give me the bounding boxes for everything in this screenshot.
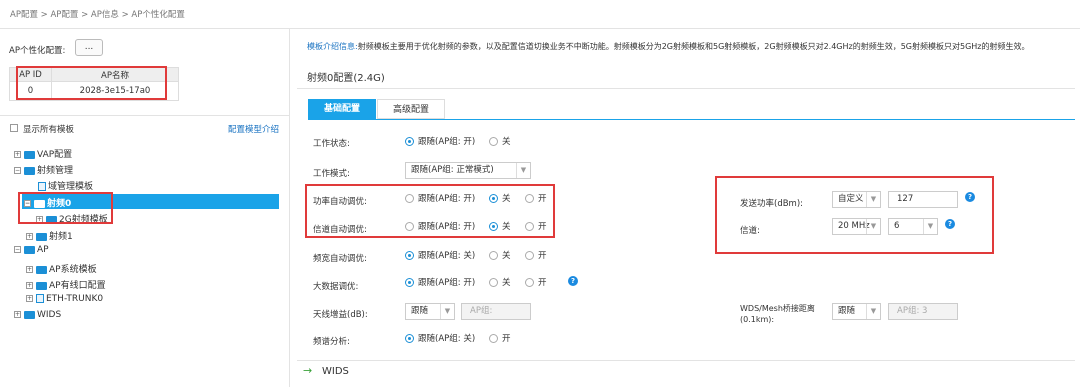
radio-icon [525, 278, 534, 287]
tree-item-radio1[interactable]: + 射频1 [26, 229, 73, 242]
antenna-gain-input[interactable]: AP组: [461, 303, 531, 320]
highlight-auto-tuning [305, 184, 555, 238]
expand-icon[interactable]: + [26, 233, 33, 240]
spectrum-on-radio[interactable]: 开 [489, 332, 511, 344]
folder-icon [24, 310, 35, 319]
collapse-icon[interactable]: − [14, 246, 21, 253]
intro-prefix: 模板介绍信息: [307, 42, 358, 51]
folder-icon [36, 281, 47, 290]
work-status-label: 工作状态: [313, 139, 350, 149]
expand-icon[interactable]: + [14, 311, 21, 318]
show-all-label: 显示所有模板 [23, 125, 75, 135]
expand-icon[interactable]: + [26, 295, 33, 302]
tree-item-radio-mgmt[interactable]: − 射频管理 [14, 163, 73, 176]
section-title: 射频0配置(2.4G) [307, 73, 385, 84]
folder-icon [24, 150, 35, 159]
chevron-down-icon: ▼ [516, 163, 530, 178]
work-mode-select[interactable]: 跟随(AP组: 正常模式) ▼ [405, 162, 531, 179]
work-status-follow-radio[interactable]: 跟随(AP组: 开) [405, 135, 475, 147]
tab-basic[interactable]: 基础配置 [308, 99, 376, 119]
wids-divider [297, 360, 1075, 361]
tree-item-ap-system[interactable]: + AP系统模板 [26, 262, 97, 275]
model-intro-link[interactable]: 配置模型介绍 [228, 123, 279, 135]
folder-icon [24, 166, 35, 175]
radio-checked-icon [405, 137, 414, 146]
expand-icon[interactable]: + [26, 266, 33, 273]
radio-icon [525, 251, 534, 260]
bigdata-off-radio[interactable]: 关 [489, 276, 511, 288]
arrow-right-icon[interactable]: → [303, 364, 312, 377]
intro-text: 射频模板主要用于优化射频的参数，以及配置信道切换业务不中断功能。射频模板分为2G… [357, 42, 1030, 51]
wds-distance-label: WDS/Mesh桥接距离 (0.1km): [740, 304, 815, 324]
bandwidth-auto-on-radio[interactable]: 开 [525, 249, 547, 261]
expand-icon[interactable]: + [26, 282, 33, 289]
bandwidth-auto-off-radio[interactable]: 关 [489, 249, 511, 261]
help-icon[interactable]: ? [568, 276, 578, 286]
chevron-down-icon: ▼ [440, 304, 454, 319]
bandwidth-auto-label: 频宽自动调优: [313, 254, 367, 264]
port-icon [36, 294, 44, 303]
bandwidth-auto-follow-radio[interactable]: 跟随(AP组: 关) [405, 249, 475, 261]
tab-underline [308, 119, 1075, 120]
tree-item-vap[interactable]: + VAP配置 [14, 147, 72, 160]
wds-distance-select[interactable]: 跟随 ▼ [832, 303, 881, 320]
tree-item-wids[interactable]: + WIDS [14, 310, 61, 320]
config-label: AP个性化配置: [9, 46, 66, 56]
folder-icon [36, 232, 47, 241]
work-mode-label: 工作模式: [313, 169, 350, 179]
bigdata-label: 大数据调优: [313, 282, 359, 292]
radio-icon [489, 278, 498, 287]
spectrum-follow-radio[interactable]: 跟随(AP组: 关) [405, 332, 475, 344]
work-status-off-radio[interactable]: 关 [489, 135, 511, 147]
wids-section-title[interactable]: WIDS [322, 366, 349, 377]
radio-icon [489, 137, 498, 146]
show-all-checkbox[interactable] [10, 124, 18, 132]
folder-icon [36, 265, 47, 274]
radio-icon [489, 251, 498, 260]
spectrum-label: 频谱分析: [313, 337, 350, 347]
expand-icon[interactable]: + [14, 151, 21, 158]
radio-checked-icon [405, 251, 414, 260]
panel-divider [289, 28, 290, 387]
template-intro: 模板介绍信息:射频模板主要用于优化射频的参数，以及配置信道切换业务不中断功能。射… [307, 41, 1075, 52]
tree-item-domain-template[interactable]: 域管理模板 [38, 179, 93, 192]
wds-distance-input[interactable]: AP组: 3 [888, 303, 958, 320]
radio-icon [489, 334, 498, 343]
collapse-icon[interactable]: − [14, 167, 21, 174]
section-divider [297, 88, 1075, 89]
highlight-radio0 [18, 192, 113, 224]
tree-item-ap-wired[interactable]: + AP有线口配置 [26, 278, 106, 291]
bigdata-on-radio[interactable]: 开 [525, 276, 547, 288]
radio-checked-icon [405, 334, 414, 343]
highlight-power-channel [715, 176, 994, 254]
chevron-down-icon: ▼ [866, 304, 880, 319]
bigdata-follow-radio[interactable]: 跟随(AP组: 开) [405, 276, 475, 288]
radio-checked-icon [405, 278, 414, 287]
breadcrumb: AP配置 > AP配置 > AP信息 > AP个性化配置 [10, 10, 185, 20]
tab-advanced[interactable]: 高级配置 [377, 99, 445, 119]
antenna-gain-select[interactable]: 跟随 ▼ [405, 303, 455, 320]
file-icon [38, 182, 46, 191]
highlight-ap-table [16, 66, 167, 100]
config-button[interactable]: ... [75, 39, 103, 56]
left-divider [0, 115, 289, 116]
folder-icon [24, 245, 35, 254]
tree-item-eth-trunk[interactable]: + ETH-TRUNK0 [26, 294, 103, 304]
header-divider [0, 28, 1080, 29]
antenna-gain-label: 天线增益(dB): [313, 310, 368, 320]
tree-item-ap[interactable]: − AP [14, 245, 49, 255]
